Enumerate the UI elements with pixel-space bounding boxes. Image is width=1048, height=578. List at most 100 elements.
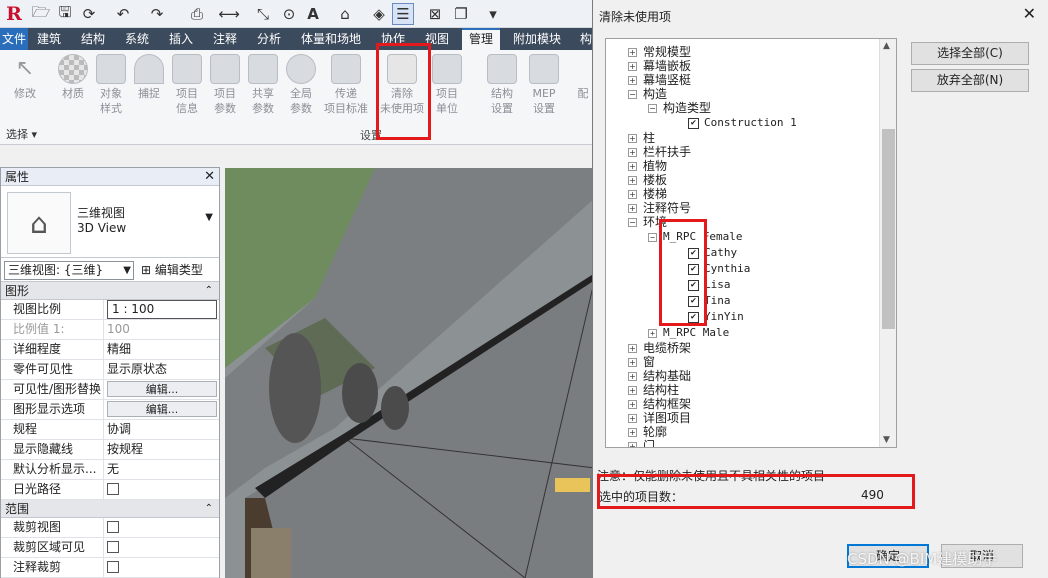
expand-icon[interactable]: + [628,358,637,367]
expand-icon[interactable]: + [628,190,637,199]
tree-node[interactable]: + 楼板 [628,173,667,187]
mep-settings-button[interactable]: MEP 设置 [524,54,564,124]
thin-lines-icon[interactable]: ☰ [392,3,414,25]
sun-path-checkbox[interactable] [107,482,119,495]
expand-icon[interactable]: + [628,176,637,185]
tree-node[interactable]: + 结构基础 [628,369,691,383]
scroll-down-icon[interactable]: ▼ [883,435,890,445]
expand-icon[interactable]: + [628,372,637,381]
checkbox-checked[interactable]: ✔ [688,117,699,129]
expand-icon[interactable]: + [628,48,637,57]
tag-icon[interactable]: ⊙ [278,3,300,25]
tree-node[interactable]: + 栏杆扶手 [628,145,691,159]
tree-node[interactable]: + 窗 [628,355,655,369]
tab-manage[interactable]: 管理 [462,28,500,50]
discipline-value[interactable]: 协调 [107,420,217,439]
purge-tree-view[interactable]: + 常规模型 + 幕墙嵌板 + 幕墙竖梃 − 构造 − 构造类型 ✔ Constructio… [605,38,897,448]
tab-architecture[interactable]: 建筑 [34,28,64,50]
tree-node[interactable]: − 构造 [628,87,667,101]
expand-icon[interactable]: + [628,442,637,447]
tree-node[interactable]: − 构造类型 [648,101,711,115]
tree-node[interactable]: + 楼梯 [628,187,667,201]
section-icon[interactable]: ◈ [368,3,390,25]
view-selector-dropdown[interactable]: 三维视图: {三维} ▼ [4,261,134,280]
expand-icon[interactable]: + [628,428,637,437]
collapse-icon[interactable]: − [628,90,637,99]
tree-node[interactable]: + 常规模型 [628,45,691,59]
expand-icon[interactable]: + [628,344,637,353]
dimension-icon[interactable]: ⤡ [252,3,274,25]
shared-parameters-button[interactable]: 共享 参数 [244,54,282,124]
expand-icon[interactable]: + [628,400,637,409]
tree-scrollbar[interactable]: ▲ ▼ [879,39,896,447]
uncheck-all-button[interactable]: 放弃全部(N) [911,69,1029,92]
tab-analyze[interactable]: 分析 [254,28,284,50]
expand-icon[interactable]: + [628,204,637,213]
crop-view-checkbox[interactable] [107,520,119,533]
collapse-icon[interactable]: − [648,104,657,113]
switch-windows-icon[interactable]: ❐ [450,3,472,25]
chevron-down-icon[interactable]: ▼ [205,212,213,223]
tab-addins[interactable]: 附加模块 [510,28,564,50]
redo-icon[interactable]: ↷ [146,3,168,25]
expand-icon[interactable]: + [628,148,637,157]
revit-logo[interactable]: R [2,2,26,26]
tree-node[interactable]: + 结构柱 [628,383,679,397]
scrollbar-thumb[interactable] [882,129,895,329]
expand-icon[interactable]: + [648,328,657,338]
view-scale-input[interactable]: 1 : 100 [107,300,217,319]
project-parameters-button[interactable]: 项目 参数 [206,54,244,124]
close-hidden-icon[interactable]: ⊠ [424,3,446,25]
tree-node[interactable]: + 幕墙嵌板 [628,59,691,73]
tree-node[interactable]: + 注释符号 [628,201,691,215]
save-icon[interactable]: 🖫 [54,3,76,25]
tree-node[interactable]: + 结构框架 [628,397,691,411]
tab-structure[interactable]: 结构 [78,28,108,50]
expand-icon[interactable]: + [628,76,637,85]
tree-leaf[interactable]: ✔ Construction 1 [688,116,797,130]
print-icon[interactable]: ⎙ [186,3,208,25]
tree-node[interactable]: + 轮廓 [628,425,667,439]
tree-node[interactable]: + 详图项目 [628,411,691,425]
analysis-display-value[interactable]: 无 [107,460,217,479]
tree-node[interactable]: + 门 [628,439,655,447]
section-graphics[interactable]: 图形 ⌃ [1,282,219,300]
measure-icon[interactable]: ⟷ [218,3,240,25]
type-selector[interactable]: ⌂ 三维视图 3D View ▼ [1,186,219,258]
collapse-icon[interactable]: − [628,218,637,227]
expand-icon[interactable]: + [628,162,637,171]
expand-icon[interactable]: + [628,414,637,423]
expand-icon[interactable]: + [628,386,637,395]
tree-node[interactable]: + 柱 [628,131,655,145]
3d-view-icon[interactable]: ⌂ [334,3,356,25]
tree-node[interactable]: + 幕墙竖梃 [628,73,691,87]
global-parameters-button[interactable]: 全局 参数 [282,54,320,124]
materials-button[interactable]: 材质 [54,54,92,124]
snaps-button[interactable]: 捕捉 [130,54,168,124]
tab-massing-site[interactable]: 体量和场地 [298,28,364,50]
3d-viewport[interactable] [225,168,595,578]
object-styles-button[interactable]: 对象 样式 [92,54,130,124]
project-units-button[interactable]: 项目 单位 [428,54,466,124]
annotation-crop-checkbox[interactable] [107,560,119,573]
structural-settings-button[interactable]: 结构 设置 [480,54,524,124]
scroll-up-icon[interactable]: ▲ [883,41,890,51]
tab-annotate[interactable]: 注释 [210,28,240,50]
expand-icon[interactable]: + [628,134,637,143]
tab-file[interactable]: 文件 [0,28,28,50]
section-extents[interactable]: 范围 ⌃ [1,500,219,518]
modify-button[interactable]: ↖ 修改 [6,54,44,124]
customize-qat-icon[interactable]: ▾ [482,3,504,25]
tab-systems[interactable]: 系统 [122,28,152,50]
tree-node[interactable]: + 电缆桥架 [628,341,691,355]
tree-node[interactable]: + M_RPC Male [648,326,729,340]
tree-node[interactable]: + 植物 [628,159,667,173]
transfer-standards-button[interactable]: 传递 项目标准 [320,54,372,124]
parts-visibility-value[interactable]: 显示原状态 [107,360,217,379]
check-all-button[interactable]: 选择全部(C) [911,42,1029,65]
graphic-display-edit-button[interactable]: 编辑... [107,401,217,417]
open-icon[interactable]: 🗁 [30,3,52,25]
detail-level-value[interactable]: 精细 [107,340,217,359]
select-panel-label[interactable]: 选择 ▾ [6,126,37,142]
hidden-lines-value[interactable]: 按规程 [107,440,217,459]
